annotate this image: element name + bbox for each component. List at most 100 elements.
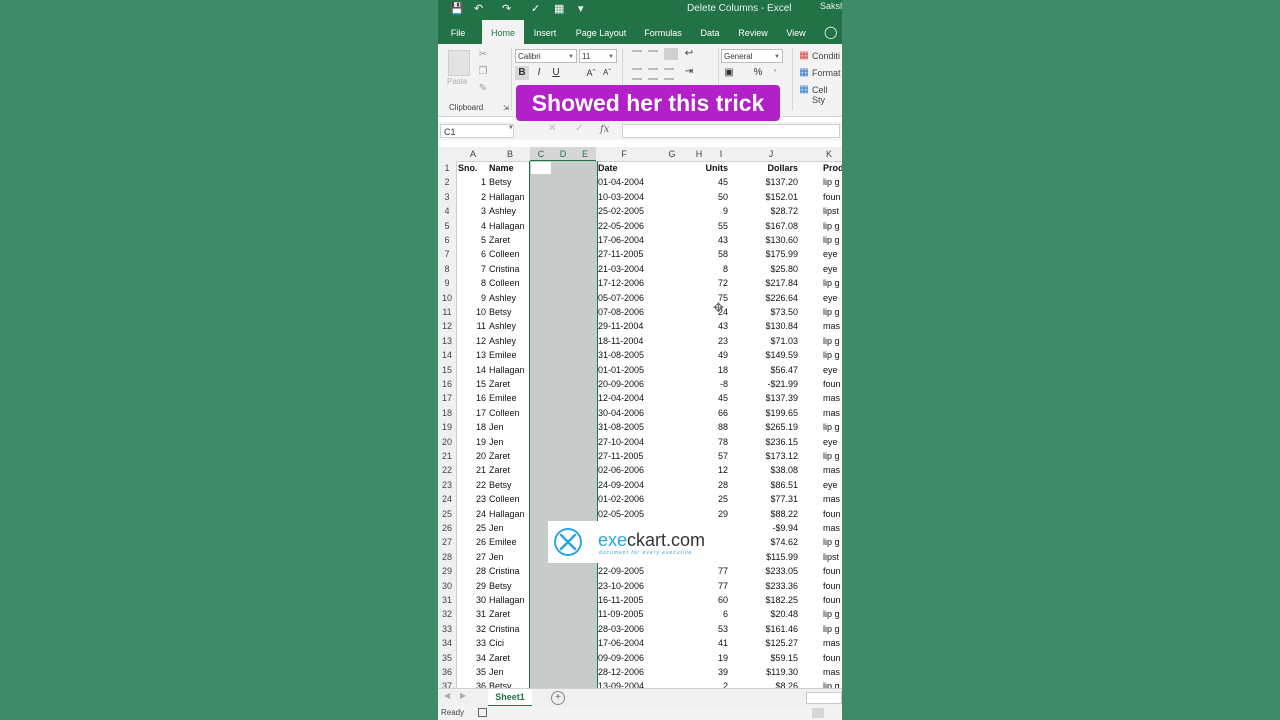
select-all-corner[interactable] (438, 147, 456, 161)
cell-units[interactable]: 57 (692, 449, 728, 463)
cell-dollars[interactable]: $233.05 (738, 564, 798, 578)
cell-name[interactable]: Ashley (489, 204, 529, 218)
cell-name[interactable]: Zaret (489, 377, 529, 391)
cell-units[interactable]: 45 (692, 391, 728, 405)
cell-sno[interactable]: 35 (456, 665, 486, 679)
cell-name[interactable]: Zaret (489, 607, 529, 621)
cell-date[interactable]: 28-03-2006 (598, 622, 652, 636)
scroll-left-icon[interactable]: ◀ (444, 691, 450, 700)
cell-dollars[interactable]: $130.84 (738, 319, 798, 333)
cell-date[interactable]: 07-08-2006 (598, 305, 652, 319)
tab-formulas[interactable]: Formulas (642, 20, 684, 44)
cell-product[interactable]: lip g (823, 420, 842, 434)
cell-dollars[interactable]: $149.59 (738, 348, 798, 362)
cell-name[interactable]: Ashley (489, 319, 529, 333)
align-right-icon[interactable] (664, 68, 674, 80)
cell-name[interactable]: Hallagan (489, 363, 529, 377)
cell-units[interactable]: 60 (692, 593, 728, 607)
cell-sno[interactable]: 3 (456, 204, 486, 218)
percent-button[interactable]: % (751, 66, 765, 80)
cell-dollars[interactable]: $71.03 (738, 334, 798, 348)
cell-product[interactable]: foun (823, 377, 842, 391)
cell-units[interactable]: 66 (692, 406, 728, 420)
worksheet-grid[interactable]: ABCDEFGHIJK 1 2 3 4 5 6 7 8 9 10 11 12 13 14 15 16 17 18 1… (438, 147, 842, 688)
cell-name[interactable]: Cristina (489, 564, 529, 578)
cell-units[interactable]: 88 (692, 420, 728, 434)
cell-sno[interactable]: 33 (456, 636, 486, 650)
cell-dollars[interactable]: $226.64 (738, 291, 798, 305)
enter-icon[interactable]: ✓ (575, 123, 583, 134)
cell-date[interactable]: 24-09-2004 (598, 478, 652, 492)
lightbulb-icon[interactable]: ◯ (824, 25, 837, 39)
cell-product[interactable]: foun (823, 564, 842, 578)
tab-review[interactable]: Review (736, 20, 770, 44)
cell-sno[interactable]: 5 (456, 233, 486, 247)
cell-units[interactable]: 43 (692, 233, 728, 247)
align-bottom-icon[interactable] (664, 48, 678, 60)
cell-dollars[interactable]: $199.65 (738, 406, 798, 420)
cell-sno[interactable]: 15 (456, 377, 486, 391)
cell-sno[interactable]: 13 (456, 348, 486, 362)
cell-name[interactable]: Emilee (489, 348, 529, 362)
cell-product[interactable]: lip g (823, 535, 842, 549)
cell-sno[interactable]: 31 (456, 607, 486, 621)
cell-sno[interactable]: 23 (456, 492, 486, 506)
cell-product[interactable]: lip g (823, 334, 842, 348)
cell-name[interactable]: Zaret (489, 233, 529, 247)
cell-sno[interactable]: 2 (456, 190, 486, 204)
bold-button[interactable]: B (515, 66, 529, 80)
column-header-c[interactable]: C (530, 147, 552, 162)
cell-date[interactable]: 12-04-2004 (598, 391, 652, 405)
cancel-icon[interactable]: ✕ (548, 123, 556, 134)
cell-styles-icon[interactable]: ▦ (797, 83, 811, 97)
cell-name[interactable]: Colleen (489, 276, 529, 290)
cell-units[interactable]: 19 (692, 651, 728, 665)
clipboard-launcher-icon[interactable]: ⇲ (503, 104, 509, 112)
align-middle-icon[interactable] (648, 50, 658, 60)
cell-date[interactable]: 10-03-2004 (598, 190, 652, 204)
cell-date[interactable]: 25-02-2005 (598, 204, 652, 218)
header-date[interactable]: Date (598, 161, 652, 175)
cell-dollars[interactable]: $28.72 (738, 204, 798, 218)
cell-dollars[interactable]: $152.01 (738, 190, 798, 204)
cell-date[interactable]: 27-11-2005 (598, 247, 652, 261)
format-painter-icon[interactable]: ✎ (476, 82, 490, 96)
formula-input[interactable] (622, 124, 840, 138)
cell-product[interactable]: mas (823, 319, 842, 333)
cell-dollars[interactable]: $74.62 (738, 535, 798, 549)
cell-product[interactable]: lip g (823, 679, 842, 688)
align-top-icon[interactable] (632, 50, 642, 60)
cell-name[interactable]: Cici (489, 636, 529, 650)
cell-name[interactable]: Jen (489, 420, 529, 434)
cell-sno[interactable]: 12 (456, 334, 486, 348)
cell-name[interactable]: Betsy (489, 679, 529, 688)
cell-product[interactable]: foun (823, 190, 842, 204)
tab-data[interactable]: Data (698, 20, 722, 44)
redo-icon[interactable]: ↷ (502, 2, 511, 15)
cell-dollars[interactable]: $125.27 (738, 636, 798, 650)
cell-product[interactable]: eye (823, 363, 842, 377)
cell-name[interactable]: Hallagan (489, 507, 529, 521)
cell-dollars[interactable]: $182.25 (738, 593, 798, 607)
cell-product[interactable]: eye (823, 262, 842, 276)
cell-sno[interactable]: 11 (456, 319, 486, 333)
cell-units[interactable]: -8 (692, 377, 728, 391)
cell-dollars[interactable]: $38.08 (738, 463, 798, 477)
cell-date[interactable]: 18-11-2004 (598, 334, 652, 348)
cell-product[interactable]: mas (823, 521, 842, 535)
cell-date[interactable]: 09-09-2006 (598, 651, 652, 665)
cell-date[interactable]: 20-09-2006 (598, 377, 652, 391)
column-header-a[interactable]: A (456, 147, 490, 161)
column-header-f[interactable]: F (596, 147, 652, 161)
cut-icon[interactable]: ✂ (476, 48, 490, 62)
header-product[interactable]: Prod (823, 161, 842, 175)
cell-name[interactable]: Emilee (489, 391, 529, 405)
cell-units[interactable]: 6 (692, 607, 728, 621)
cell-units[interactable]: 9 (692, 204, 728, 218)
cell-sno[interactable]: 9 (456, 291, 486, 305)
header-name[interactable]: Name (489, 161, 529, 175)
cell-date[interactable]: 05-07-2006 (598, 291, 652, 305)
cell-name[interactable]: Emilee (489, 535, 529, 549)
user-name[interactable]: Saksh (820, 1, 842, 11)
header-dollars[interactable]: Dollars (738, 161, 798, 175)
